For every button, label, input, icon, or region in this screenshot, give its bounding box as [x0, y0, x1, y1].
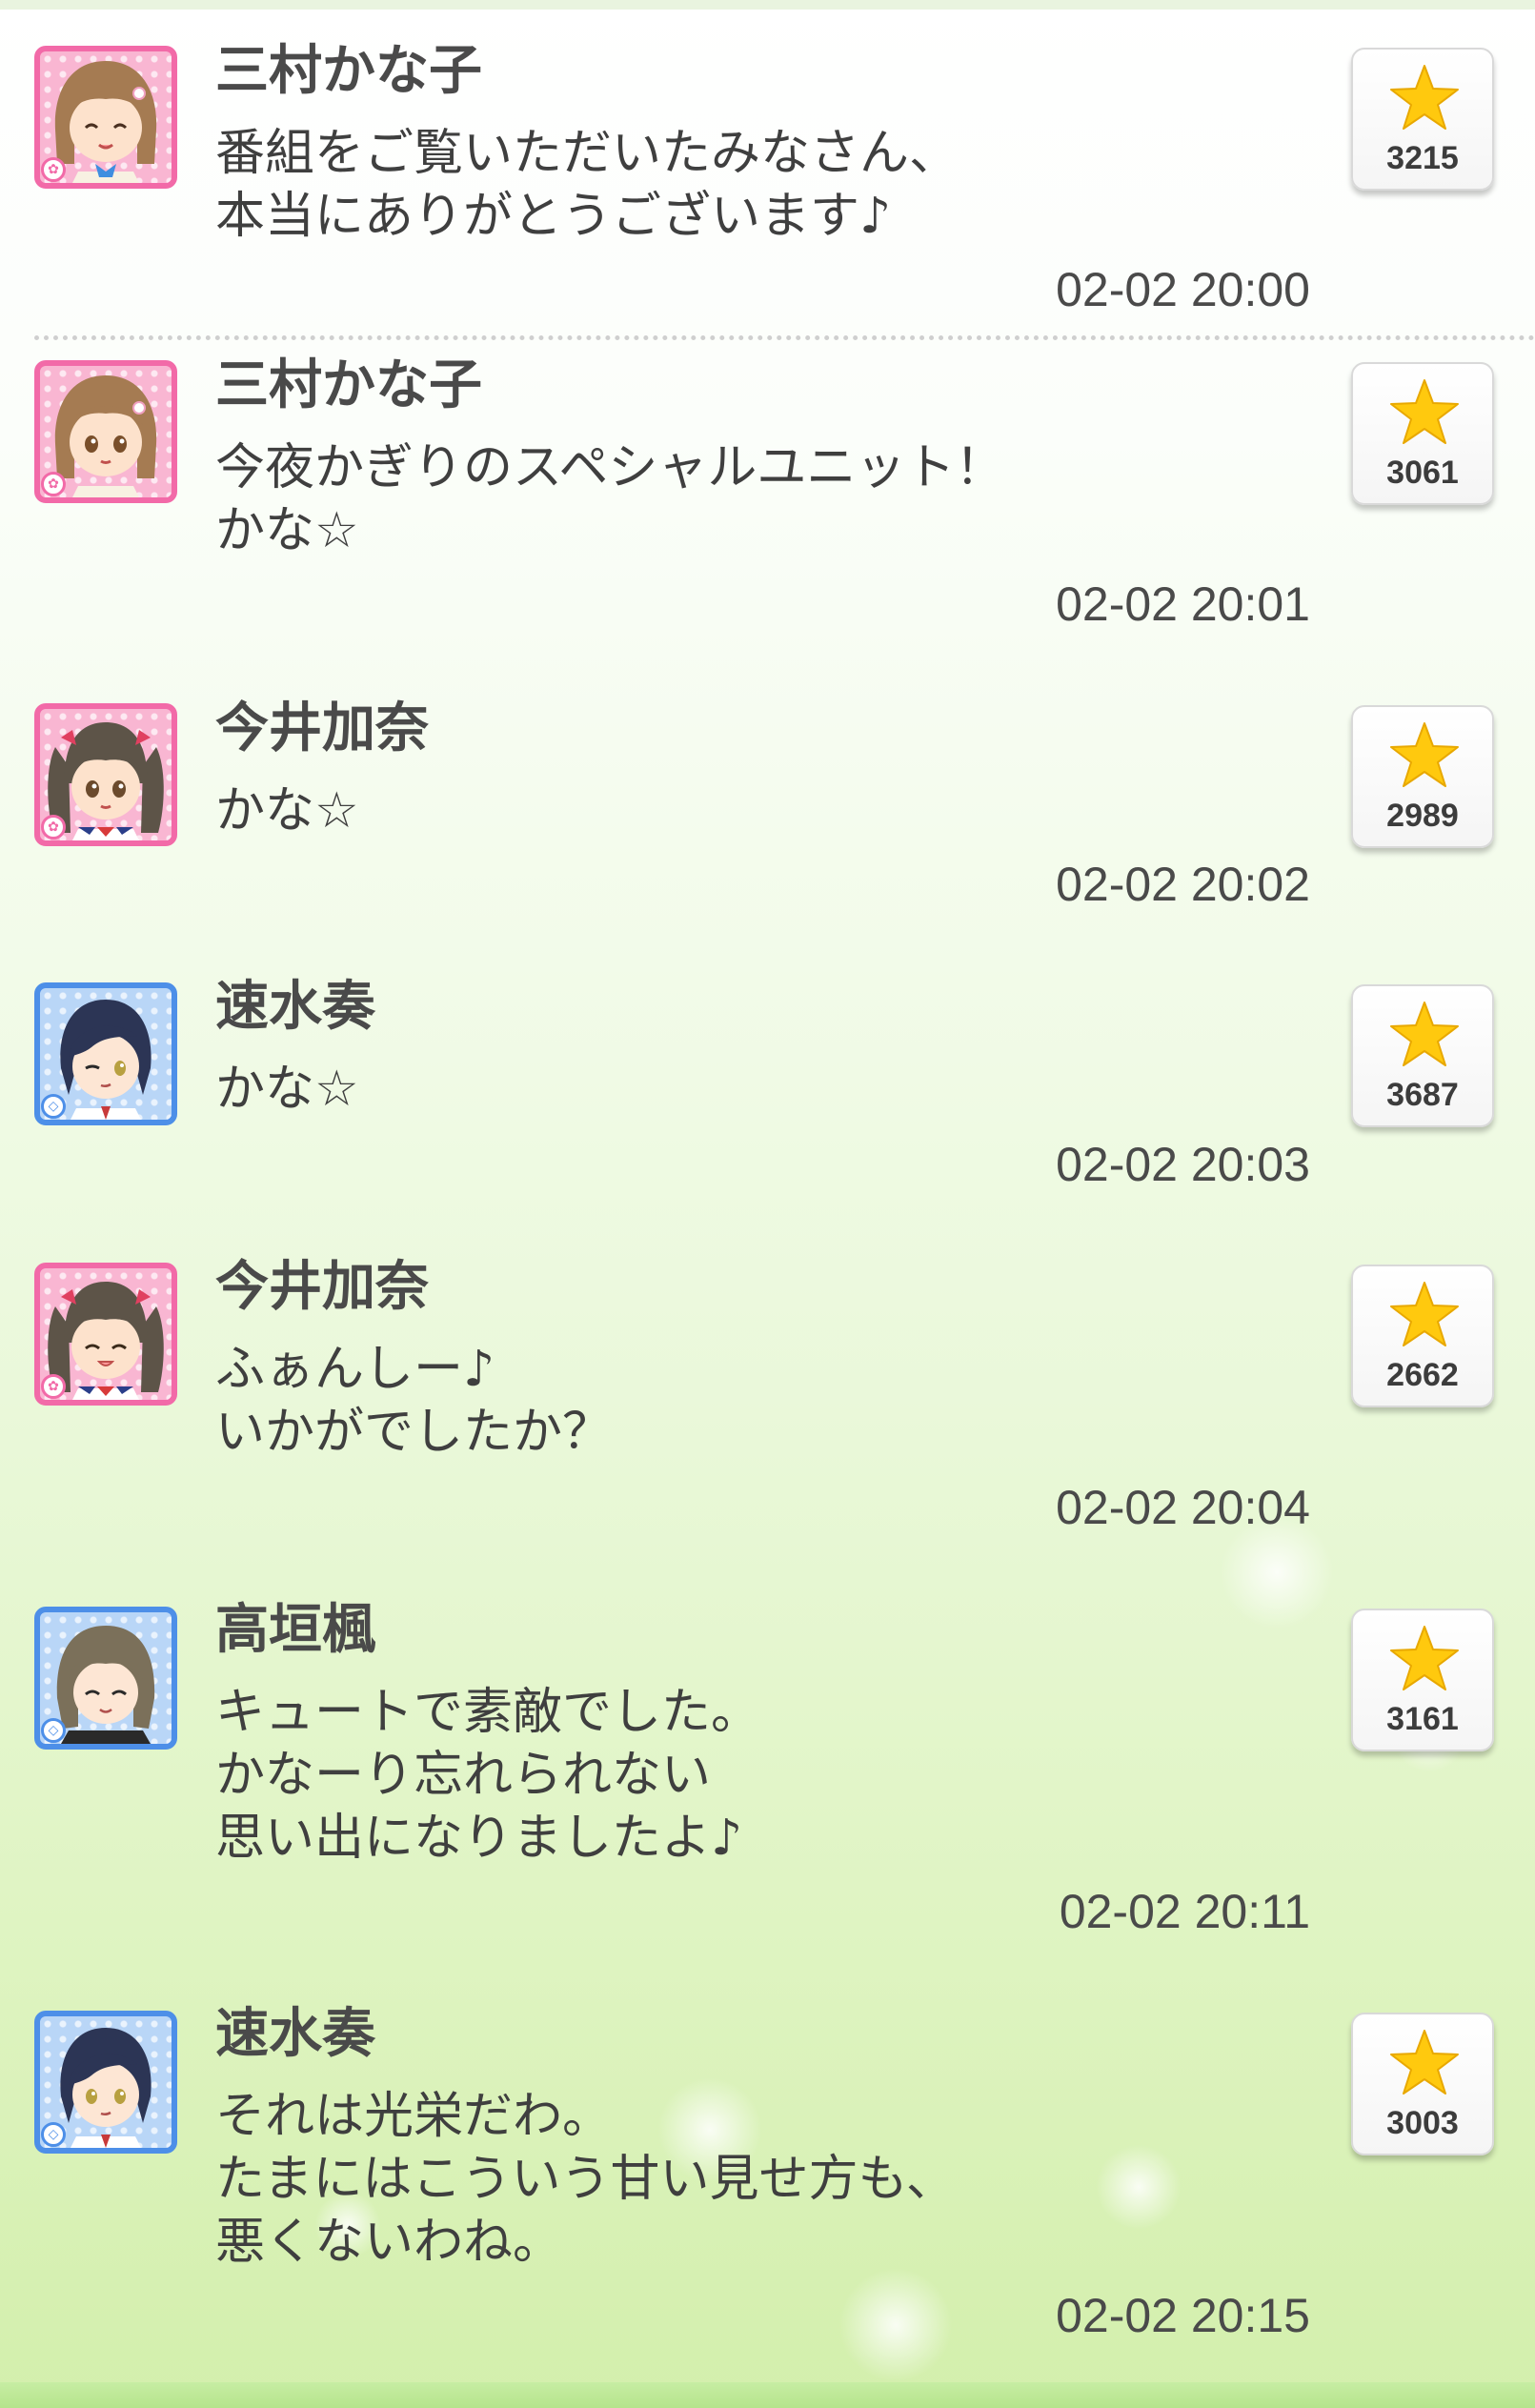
kanade-avatar-icon[interactable]: ◇: [34, 982, 177, 1125]
like-button[interactable]: 3215: [1351, 48, 1494, 191]
unread-divider: [34, 335, 1535, 340]
kanako-avatar-icon[interactable]: ✿: [34, 46, 177, 189]
post-timestamp: 02-02 20:03: [1056, 1138, 1310, 1191]
author-name: 速水奏: [215, 976, 375, 1038]
post-timestamp: 02-02 20:01: [1056, 577, 1310, 631]
cute-attribute-icon: ✿: [41, 157, 66, 182]
top-edge: [0, 0, 1535, 10]
bottom-edge: [0, 2382, 1535, 2408]
post-timestamp: 02-02 20:02: [1056, 858, 1310, 911]
post-message: キュートで素敵でした。 かなーり忘れられない 思い出になりましたよ♪: [215, 1684, 761, 1867]
kanako-avatar-icon[interactable]: ✿: [34, 360, 177, 503]
author-name: 速水奏: [215, 2003, 375, 2065]
author-name: 三村かな子: [215, 40, 482, 102]
post-message: 今夜かぎりのスペシャルユニット！ かな☆: [215, 439, 1005, 559]
like-button[interactable]: 3061: [1351, 362, 1494, 505]
like-count: 3215: [1386, 140, 1459, 176]
cool-attribute-icon: ◇: [41, 2122, 66, 2147]
author-name: 三村かな子: [215, 354, 482, 416]
cool-attribute-icon: ◇: [41, 1718, 66, 1743]
star-icon: [1390, 1282, 1459, 1346]
cute-attribute-icon: ✿: [41, 1374, 66, 1399]
kanade-avatar-icon[interactable]: ◇: [34, 2011, 177, 2154]
post-message: かな☆: [215, 1061, 359, 1118]
post-message: ふぁんしー♪ いかがでしたか？: [215, 1341, 613, 1461]
like-count: 3061: [1386, 455, 1459, 491]
post-timestamp: 02-02 20:15: [1056, 2289, 1310, 2342]
post-timestamp: 02-02 20:00: [1056, 263, 1310, 316]
post-message: かな☆: [215, 782, 359, 840]
like-count: 2662: [1386, 1357, 1459, 1393]
post-timestamp: 02-02 20:11: [1059, 1885, 1310, 1938]
like-count: 3161: [1386, 1701, 1459, 1737]
post-message: 番組をご覧いただいたみなさん、 本当にありがとうございます♪: [215, 125, 959, 245]
like-count: 3687: [1386, 1077, 1459, 1113]
like-count: 2989: [1386, 798, 1459, 834]
cute-attribute-icon: ✿: [41, 472, 66, 496]
like-button[interactable]: 2989: [1351, 705, 1494, 848]
star-icon: [1390, 1626, 1459, 1690]
author-name: 今井加奈: [215, 1256, 429, 1318]
like-button[interactable]: 3003: [1351, 2013, 1494, 2155]
star-icon: [1390, 65, 1459, 130]
star-icon: [1390, 722, 1459, 787]
star-icon: [1390, 1002, 1459, 1066]
like-button[interactable]: 3687: [1351, 984, 1494, 1127]
post-timestamp: 02-02 20:04: [1056, 1481, 1310, 1534]
like-count: 3003: [1386, 2105, 1459, 2141]
background-sparkle: [838, 2268, 953, 2382]
kana-avatar-icon[interactable]: ✿: [34, 703, 177, 846]
author-name: 今井加奈: [215, 698, 429, 759]
author-name: 高垣楓: [215, 1599, 375, 1661]
like-button[interactable]: 3161: [1351, 1609, 1494, 1751]
kaede-avatar-icon[interactable]: ◇: [34, 1607, 177, 1750]
background-sparkle: [1096, 2144, 1182, 2230]
star-icon: [1390, 2030, 1459, 2094]
like-button[interactable]: 2662: [1351, 1265, 1494, 1407]
cute-attribute-icon: ✿: [41, 815, 66, 840]
cool-attribute-icon: ◇: [41, 1094, 66, 1119]
star-icon: [1390, 379, 1459, 444]
post-message: それは光栄だわ。 たまにはこういう甘い見せ方も、 悪くないわね。: [215, 2088, 956, 2271]
kana-avatar-icon[interactable]: ✿: [34, 1263, 177, 1406]
